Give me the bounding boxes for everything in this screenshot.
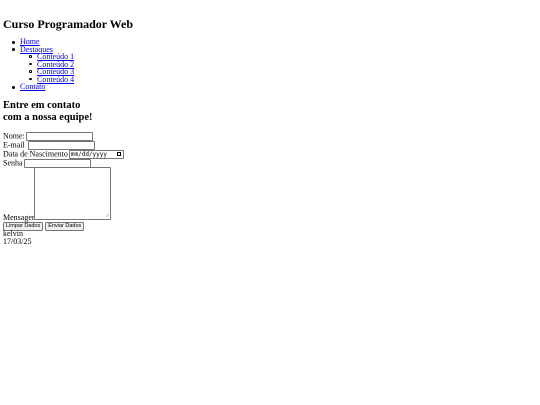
contact-heading-line-2: com a nossa equipe! — [3, 112, 93, 123]
birthdate-placeholder: mm/dd/yyyy — [70, 150, 107, 158]
footer-date: 17/03/25 — [3, 237, 32, 246]
email-row: E-mail — [3, 140, 203, 150]
contact-form: Nome: E-mail Data de Nascimento mm/dd/yyy… — [3, 131, 203, 231]
site-footer: kelvin 17/03/25 — [3, 230, 31, 246]
message-label: Mensagem — [3, 213, 39, 222]
form-buttons: Limpar Dados Enviar Dados — [3, 222, 203, 231]
birthdate-row: Data de Nascimento mm/dd/yyyy — [3, 149, 203, 159]
contact-heading: Entre em contato com a nossa equipe! — [3, 100, 93, 124]
nav-link-contato[interactable]: Contato — [20, 82, 45, 91]
contact-heading-line-1: Entre em contato — [3, 100, 81, 111]
message-row: Mensagem — [3, 167, 203, 222]
name-row: Nome: — [3, 131, 203, 141]
nav-sublist-destaques: Conteúdo 1 Conteúdo 2 Conteúdo 3 Conteúd… — [20, 53, 74, 83]
nav-item-destaques: Destaques Conteúdo 1 Conteúdo 2 Conteúdo… — [3, 45, 74, 83]
password-row: Senha — [3, 158, 203, 168]
message-textarea[interactable] — [34, 167, 111, 220]
main-nav: Home Destaques Conteúdo 1 Conteúdo 2 Con… — [3, 38, 74, 91]
site-title: Curso Programador Web — [3, 17, 134, 31]
nav-list: Home Destaques Conteúdo 1 Conteúdo 2 Con… — [3, 38, 74, 91]
nav-item-contato: Contato — [3, 83, 74, 91]
calendar-icon[interactable] — [116, 151, 121, 156]
submit-button[interactable]: Enviar Dados — [45, 222, 85, 231]
